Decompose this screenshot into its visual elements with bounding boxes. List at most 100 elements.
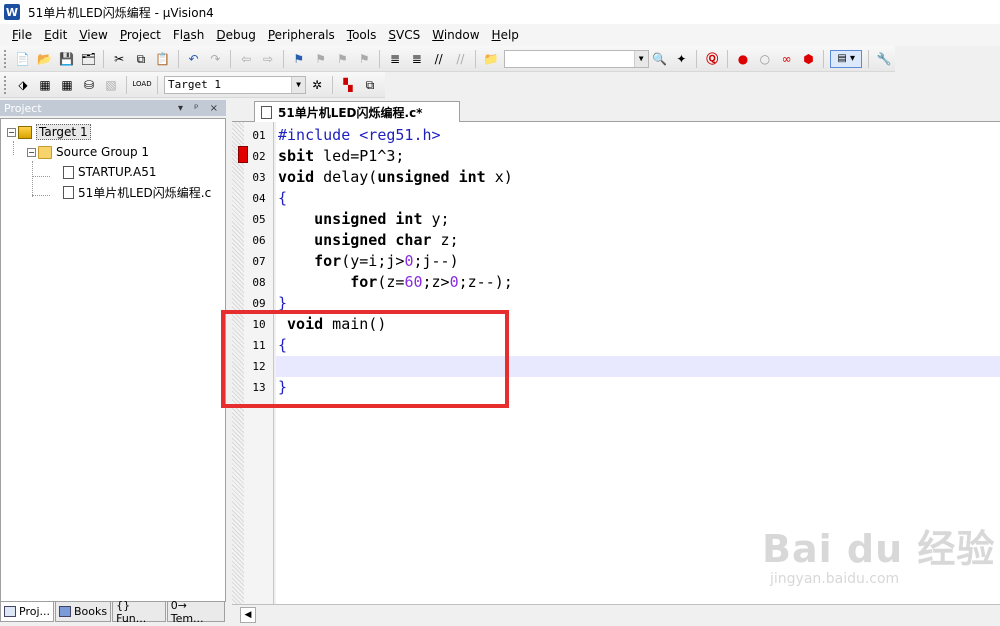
open-folder-icon[interactable]: 📂 [36,50,54,68]
download-load-icon[interactable]: LOAD [132,76,151,94]
menu-svcs[interactable]: SVCS [382,28,426,42]
find-icon[interactable]: 🔍 [651,50,669,68]
project-tab-icon [4,606,16,617]
toolbar-grip[interactable] [4,49,8,68]
menu-tools[interactable]: Tools [341,28,383,42]
toolbar-separator [157,75,158,94]
tree-connector [32,176,50,177]
tab-project[interactable]: Proj... [0,602,54,622]
line-number: 04 [252,192,266,205]
translate-icon[interactable]: ⬗ [14,76,32,94]
copy-icon[interactable]: ⧉ [132,50,150,68]
configure-icon[interactable]: 🔧 [875,50,893,68]
horizontal-scrollbar[interactable]: ◀ [232,604,1000,624]
project-panel-title: Project [4,101,42,115]
menu-debug[interactable]: Debug [210,28,261,42]
target-select-value: Target 1 [168,78,221,91]
menu-view[interactable]: View [73,28,113,42]
menu-peripherals[interactable]: Peripherals [262,28,341,42]
debug-session-icon[interactable]: Ⓠ [703,50,721,68]
find-combo[interactable]: ▼ [504,49,649,68]
collapse-icon[interactable]: − [7,127,16,137]
toolbar-separator [332,75,333,94]
tree-node-target[interactable]: − Target 1 [7,123,91,141]
undo-icon[interactable]: ↶ [185,50,203,68]
tab-templates[interactable]: 0→ Tem... [166,598,225,625]
collapse-icon[interactable]: − [27,147,36,157]
navigate-back-icon[interactable]: ⇦ [237,50,255,68]
chevron-down-icon[interactable]: ▼ [291,76,305,93]
menu-edit[interactable]: Edit [38,28,73,42]
file-icon [261,105,272,119]
bookmark-toggle-icon[interactable]: ⚑ [290,50,308,68]
incremental-find-icon[interactable]: ✦ [673,50,691,68]
tab-label: 0→ Tem... [170,598,204,625]
tab-label: Books [74,605,108,618]
menu-flash[interactable]: Flash [167,28,210,42]
main-toolbar: 📄 📂 💾 🗂 ✂ ⧉ 📋 ↶ ↷ ⇦ ⇨ ⚑ ⚑ ⚑ ⚑ ≣ ≣ // // … [0,46,895,72]
breakpoint-disable-all-icon[interactable]: ∞ [778,50,796,68]
manage-components-icon[interactable]: ▚ [339,76,357,94]
breakpoint-enable-icon[interactable]: ○ [756,50,774,68]
window-title: 51单片机LED闪烁编程 - μVision4 [28,5,214,20]
baidu-watermark: Bai du 经验 jingyan.baidu.com [762,518,995,587]
breakpoint-insert-icon[interactable]: ● [734,50,752,68]
line-number: 05 [252,213,266,226]
tab-books[interactable]: Books [55,602,112,622]
multi-project-icon[interactable]: ⧉ [361,76,379,94]
cut-icon[interactable]: ✂ [110,50,128,68]
save-icon[interactable]: 💾 [58,50,76,68]
find-in-files-icon[interactable]: 📁 [482,50,500,68]
menu-file[interactable]: File [6,28,38,42]
folder-icon [38,145,52,159]
target-options-icon[interactable]: ✲ [308,76,326,94]
stop-build-icon[interactable]: ▧ [102,76,120,94]
new-file-icon[interactable]: 📄 [14,50,32,68]
save-all-icon[interactable]: 🗂 [79,50,97,68]
indent-icon[interactable]: ≣ [386,50,404,68]
build-icon[interactable]: ▦ [36,76,54,94]
toolbar-separator [727,49,729,68]
tab-functions[interactable]: {} Fun... [112,599,166,625]
editor-tab-bar: 51单片机LED闪烁编程.c* [232,100,1000,122]
toolbar-grip[interactable] [4,75,8,94]
comment-icon[interactable]: // [430,50,448,68]
tree-connector [32,195,50,196]
tree-connector [32,161,33,197]
batch-build-icon[interactable]: ⛁ [80,76,98,94]
chevron-down-icon[interactable]: ▼ [633,50,648,67]
breakpoint-marker[interactable] [238,146,248,163]
menu-help[interactable]: Help [486,28,525,42]
menu-project[interactable]: Project [114,28,167,42]
tree-node-source-group[interactable]: − Source Group 1 [27,143,149,161]
tree-node-file[interactable]: 51单片机LED闪烁编程.c [63,183,211,201]
tab-label: Proj... [19,605,50,618]
paste-icon[interactable]: 📋 [154,50,172,68]
tree-node-file-label: 51单片机LED闪烁编程.c [78,185,212,200]
bookmark-next-icon[interactable]: ⚑ [333,50,351,68]
tree-node-group-label: Source Group 1 [56,145,150,159]
window-layout-icon[interactable]: ▤ ▾ [830,49,863,68]
breakpoint-kill-all-icon[interactable]: ⬢ [800,50,818,68]
navigate-forward-icon[interactable]: ⇨ [259,50,277,68]
title-bar: W 51单片机LED闪烁编程 - μVision4 [0,0,1000,24]
tree-node-file[interactable]: STARTUP.A51 [63,163,156,181]
rebuild-icon[interactable]: ▦ [58,76,76,94]
editor-tab[interactable]: 51单片机LED闪烁编程.c* [254,101,460,122]
code-line: #include <reg51.h> [278,126,441,144]
scroll-left-icon[interactable]: ◀ [240,607,256,623]
books-icon [59,606,71,617]
target-select[interactable]: Target 1 ▼ [164,75,306,94]
bookmark-prev-icon[interactable]: ⚑ [312,50,330,68]
toolbar-separator [126,75,127,94]
uncomment-icon[interactable]: // [452,50,470,68]
panel-window-buttons[interactable]: ▾ ᵖ × [178,103,222,114]
bookmark-clear-icon[interactable]: ⚑ [355,50,373,68]
line-number: 06 [252,234,266,247]
unindent-icon[interactable]: ≣ [408,50,426,68]
file-icon [63,165,74,179]
menu-window[interactable]: Window [426,28,485,42]
redo-icon[interactable]: ↷ [206,50,224,68]
code-line: for(z=60;z>0;z--); [350,273,513,291]
line-number: 07 [252,255,266,268]
